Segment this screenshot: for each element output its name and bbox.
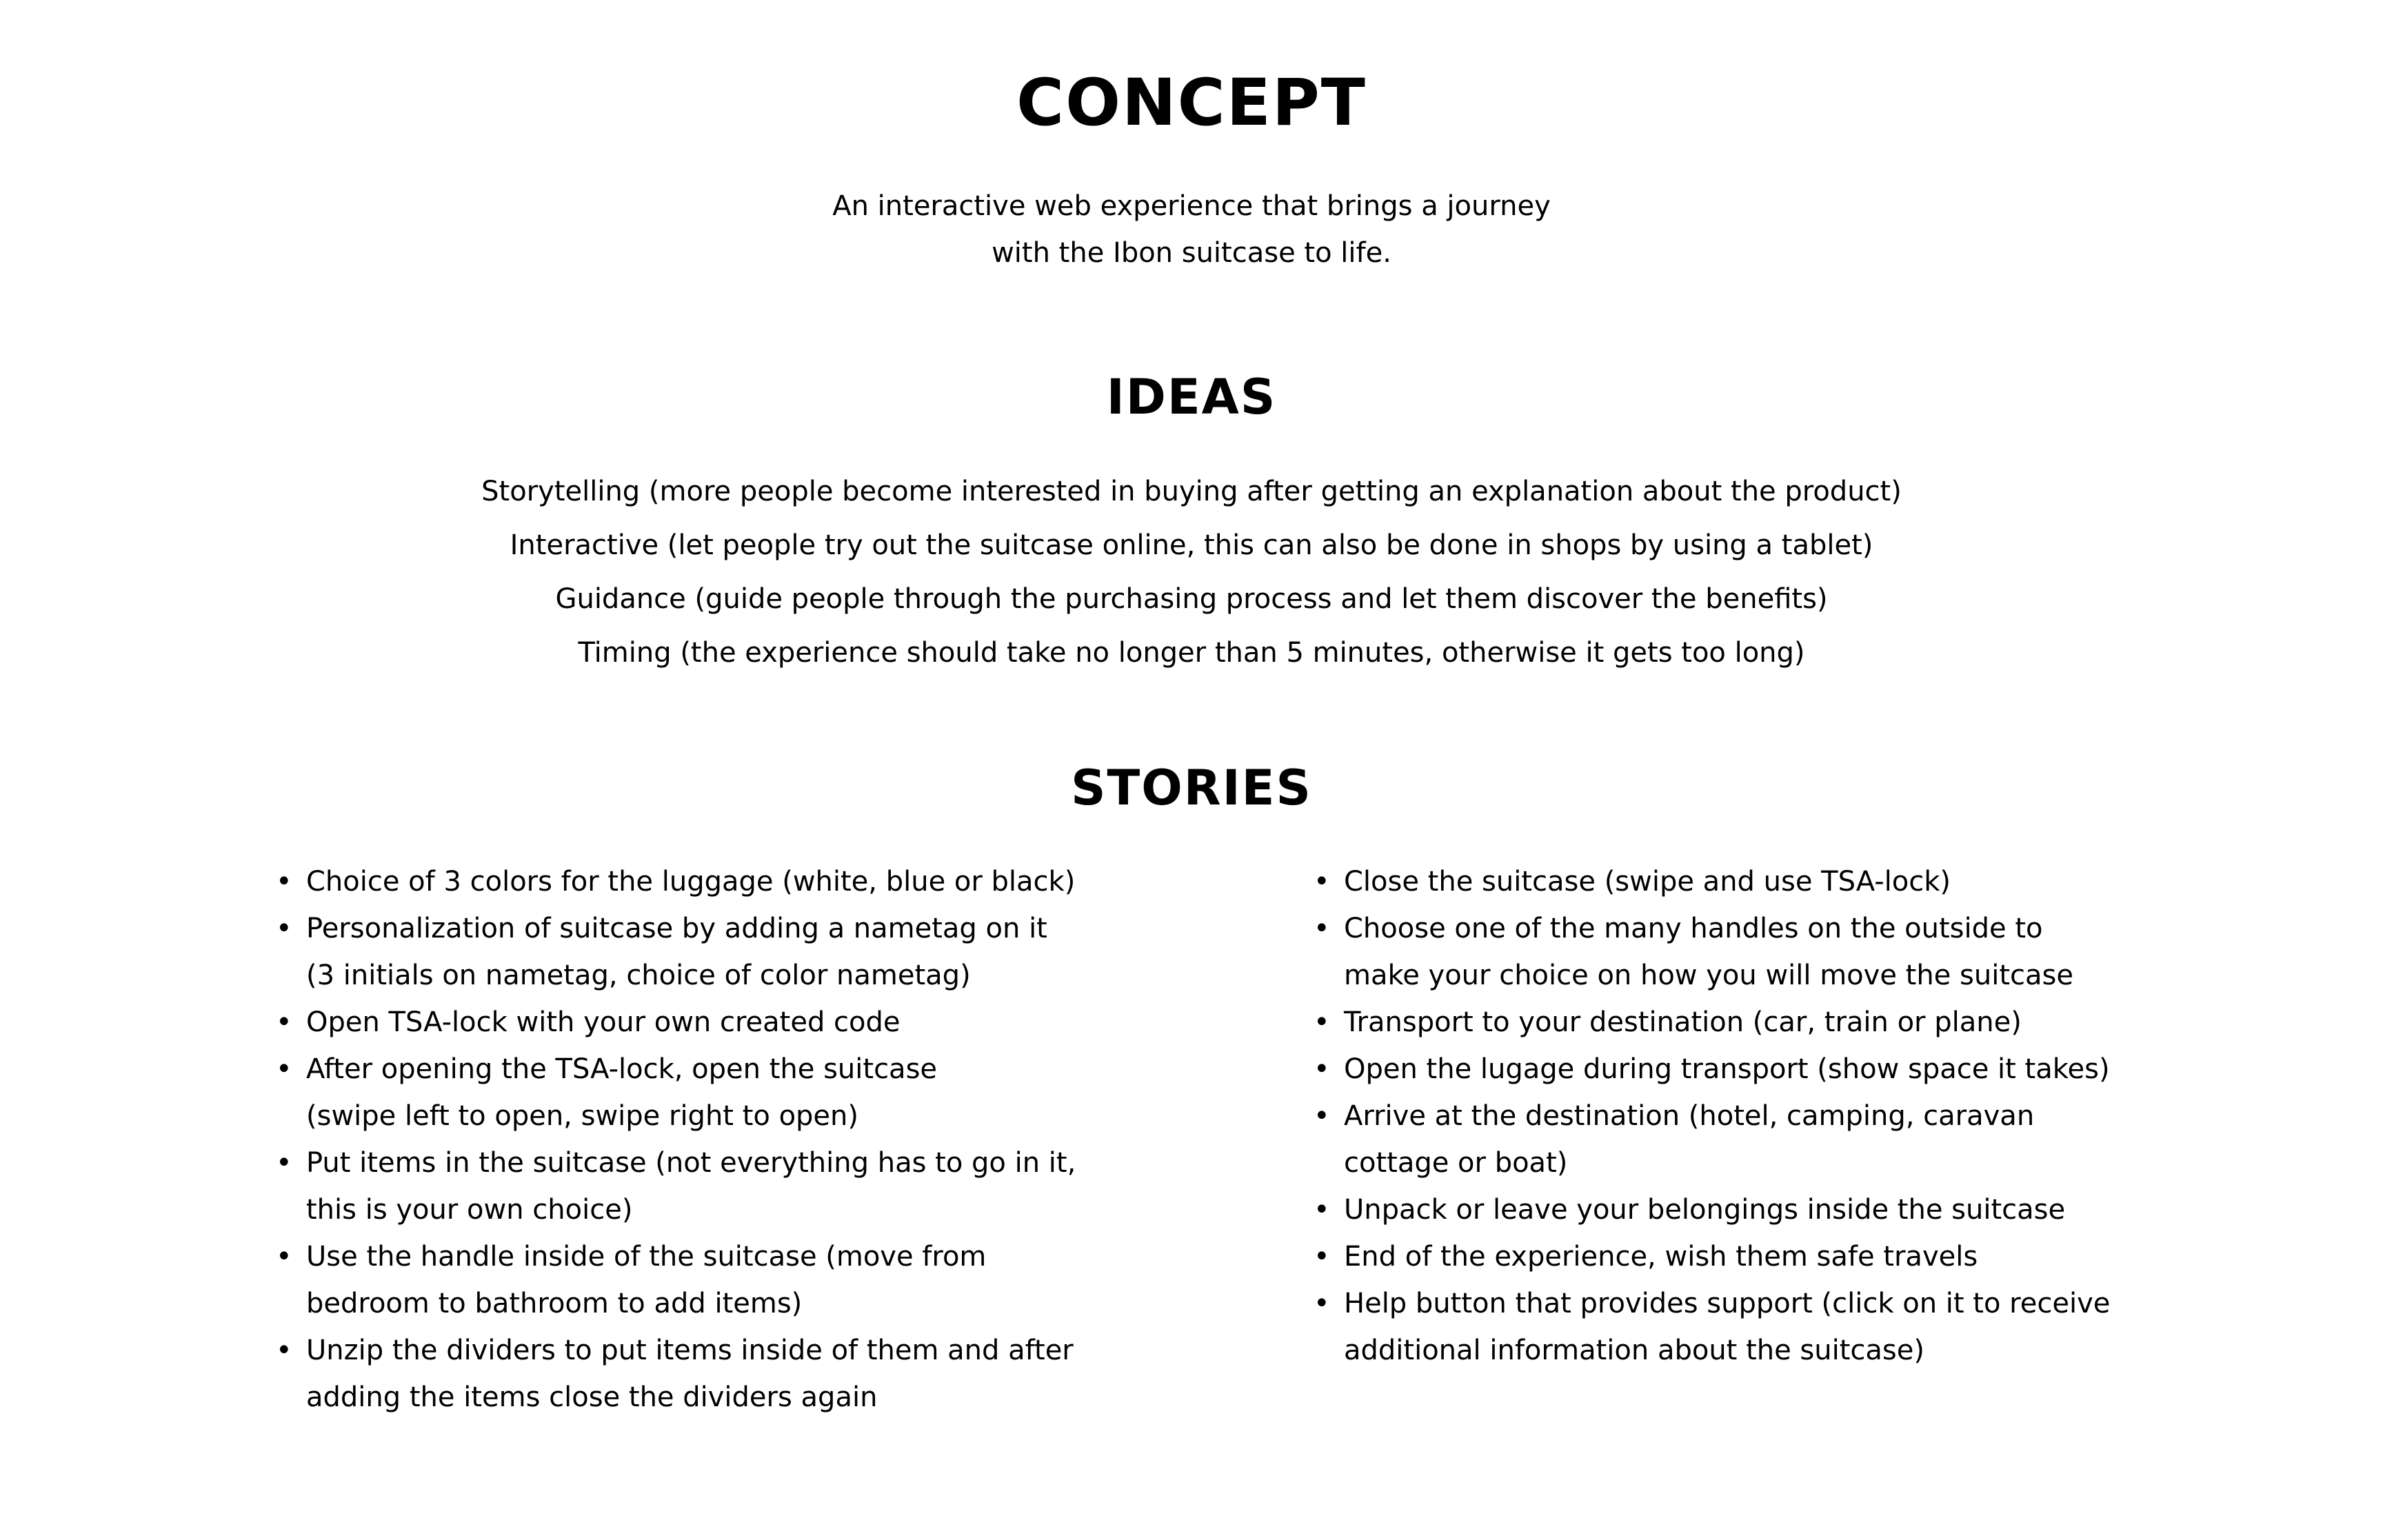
story-item: Choice of 3 colors for the luggage (whit… (276, 858, 1145, 905)
stories-list-right: Close the suitcase (swipe and use TSA-lo… (1314, 858, 2238, 1374)
story-item-line: After opening the TSA-lock, open the sui… (306, 1053, 938, 1085)
story-item-line: Personalization of suitcase by adding a … (306, 913, 1047, 944)
story-item-line: Choice of 3 colors for the luggage (whit… (306, 866, 1076, 898)
story-item: Close the suitcase (swipe and use TSA-lo… (1314, 858, 2238, 905)
tagline-line-2: with the Ibon suitcase to life. (992, 237, 1391, 269)
story-item: Put items in the suitcase (not everythin… (276, 1139, 1145, 1233)
concept-tagline: An interactive web experience that bring… (778, 183, 1605, 276)
story-item-line: Use the handle inside of the suitcase (m… (306, 1241, 987, 1273)
story-item-line: this is your own choice) (306, 1194, 633, 1226)
story-item-line: Close the suitcase (swipe and use TSA-lo… (1344, 866, 1951, 898)
story-item-line: adding the items close the dividers agai… (306, 1381, 878, 1413)
idea-item: Timing (the experience should take no lo… (578, 637, 1805, 669)
story-item: Personalization of suitcase by adding a … (276, 905, 1145, 999)
story-item: After opening the TSA-lock, open the sui… (276, 1046, 1145, 1139)
story-item: Unzip the dividers to put items inside o… (276, 1327, 1145, 1421)
idea-item: Storytelling (more people become interes… (481, 476, 1902, 507)
stories-heading: STORIES (1071, 760, 1312, 816)
story-item-line: Unpack or leave your belongings inside t… (1344, 1194, 2066, 1226)
story-item: Use the handle inside of the suitcase (m… (276, 1233, 1145, 1327)
story-item-line: additional information about the suitcas… (1344, 1335, 1924, 1366)
story-item: Open the lugage during transport (show s… (1314, 1046, 2238, 1093)
story-item-line: Help button that provides support (click… (1344, 1288, 2111, 1319)
story-item-line: Open the lugage during transport (show s… (1344, 1053, 2110, 1085)
concept-page: CONCEPT An interactive web experience th… (0, 0, 2383, 1540)
story-item-line: Arrive at the destination (hotel, campin… (1344, 1100, 2035, 1132)
story-item-line: bedroom to bathroom to add items) (306, 1288, 803, 1319)
story-item-line: End of the experience, wish them safe tr… (1344, 1241, 1978, 1273)
concept-heading: CONCEPT (1016, 65, 1367, 141)
story-item-line: (swipe left to open, swipe right to open… (306, 1100, 858, 1132)
story-item: Unpack or leave your belongings inside t… (1314, 1186, 2238, 1233)
ideas-list: Storytelling (more people become interes… (0, 465, 2383, 680)
story-item-line: (3 initials on nametag, choice of color … (306, 960, 971, 991)
idea-item: Guidance (guide people through the purch… (555, 583, 1828, 615)
story-item: Choose one of the many handles on the ou… (1314, 905, 2238, 999)
story-item: Open TSA-lock with your own created code (276, 999, 1145, 1046)
story-item-line: Choose one of the many handles on the ou… (1344, 913, 2043, 944)
story-item-line: cottage or boat) (1344, 1147, 1568, 1179)
story-item-line: Open TSA-lock with your own created code (306, 1006, 901, 1038)
story-item-line: make your choice on how you will move th… (1344, 960, 2073, 991)
story-item: Help button that provides support (click… (1314, 1280, 2238, 1374)
idea-item: Interactive (let people try out the suit… (510, 529, 1873, 561)
story-item-line: Transport to your destination (car, trai… (1344, 1006, 2022, 1038)
story-item: Transport to your destination (car, trai… (1314, 999, 2238, 1046)
stories-list-left: Choice of 3 colors for the luggage (whit… (276, 858, 1145, 1421)
story-item-line: Put items in the suitcase (not everythin… (306, 1147, 1076, 1179)
story-item-line: Unzip the dividers to put items inside o… (306, 1335, 1074, 1366)
story-item: End of the experience, wish them safe tr… (1314, 1233, 2238, 1280)
story-item: Arrive at the destination (hotel, campin… (1314, 1093, 2238, 1186)
ideas-heading: IDEAS (1106, 369, 1277, 425)
tagline-line-1: An interactive web experience that bring… (832, 190, 1551, 222)
